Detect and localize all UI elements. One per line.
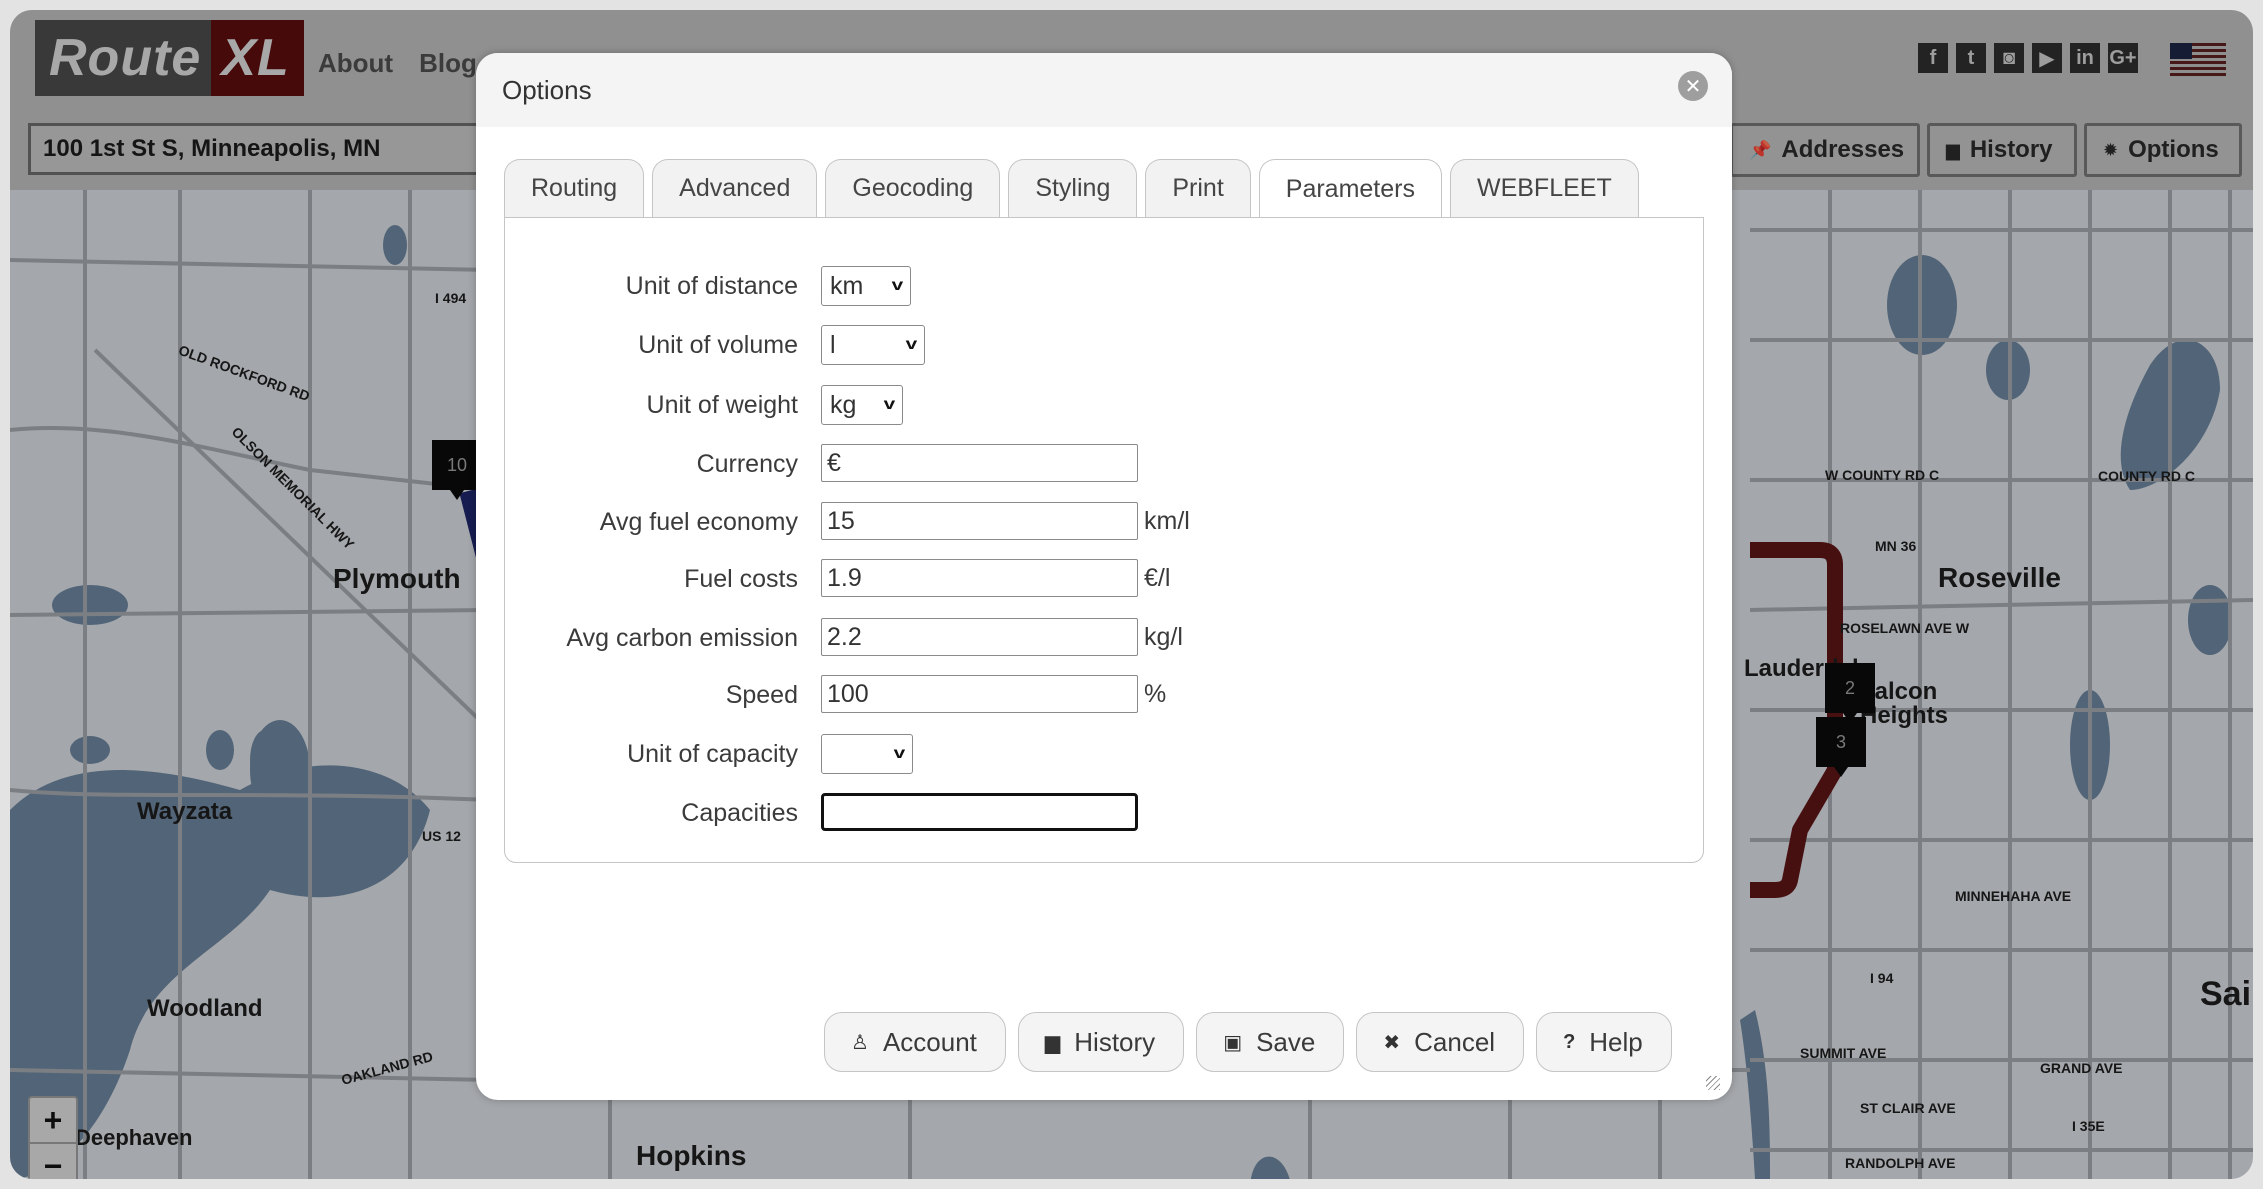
avg-carbon-emission-input[interactable]: 2.2 xyxy=(821,618,1138,656)
unit-of-distance-value: km xyxy=(830,271,864,300)
unit-of-distance-select[interactable]: km v xyxy=(821,266,911,306)
account-button-label: Account xyxy=(882,1026,977,1057)
unit-of-distance-label: Unit of distance xyxy=(625,272,798,300)
floppy-disk-icon: ▣ xyxy=(1223,1031,1243,1054)
unit-of-weight-value: kg xyxy=(830,390,857,419)
account-button[interactable]: ♙ Account xyxy=(824,1012,1006,1072)
speed-row: Speed 100 % xyxy=(505,675,1703,715)
fuel-costs-unit: €/l xyxy=(1144,564,1171,592)
unit-of-distance-row: Unit of distance km v xyxy=(505,266,1703,306)
avg-carbon-emission-unit: kg/l xyxy=(1144,623,1183,651)
avg-fuel-economy-input[interactable]: 15 xyxy=(821,502,1138,540)
tab-styling[interactable]: Styling xyxy=(1008,159,1138,217)
dialog-title: Options xyxy=(502,75,592,105)
save-button-label: Save xyxy=(1256,1026,1316,1057)
capacities-row: Capacities xyxy=(505,793,1703,833)
avg-fuel-economy-row: Avg fuel economy 15 km/l xyxy=(505,502,1703,542)
currency-label: Currency xyxy=(696,450,798,478)
capacities-label: Capacities xyxy=(681,799,798,827)
tab-parameters[interactable]: Parameters xyxy=(1258,159,1442,219)
unit-of-capacity-label: Unit of capacity xyxy=(627,740,798,768)
chevron-down-icon: v xyxy=(891,277,904,294)
close-icon[interactable]: ✕ xyxy=(1678,71,1708,101)
tab-geocoding[interactable]: Geocoding xyxy=(825,159,1001,217)
speed-label: Speed xyxy=(725,681,798,709)
resize-handle-icon[interactable] xyxy=(1706,1076,1720,1090)
unit-of-weight-row: Unit of weight kg v xyxy=(505,385,1703,425)
user-icon: ♙ xyxy=(851,1031,869,1054)
avg-carbon-emission-row: Avg carbon emission 2.2 kg/l xyxy=(505,618,1703,658)
tab-print[interactable]: Print xyxy=(1145,159,1251,217)
cancel-button[interactable]: ✖ Cancel xyxy=(1356,1012,1525,1072)
options-dialog: Options ✕ Routing Advanced Geocoding Sty… xyxy=(476,53,1732,1100)
help-button-label: Help xyxy=(1589,1026,1643,1057)
parameters-panel: Unit of distance km v Unit of volume l v… xyxy=(504,217,1704,863)
unit-of-capacity-select[interactable]: v xyxy=(821,734,913,774)
fuel-costs-row: Fuel costs 1.9 €/l xyxy=(505,559,1703,599)
tab-webfleet[interactable]: WEBFLEET xyxy=(1449,159,1639,217)
unit-of-volume-label: Unit of volume xyxy=(638,331,798,359)
cancel-button-label: Cancel xyxy=(1414,1026,1496,1057)
history-button-label: History xyxy=(1074,1026,1156,1057)
currency-input[interactable]: € xyxy=(821,444,1138,482)
tab-routing[interactable]: Routing xyxy=(504,159,645,217)
currency-row: Currency € xyxy=(505,444,1703,484)
chevron-down-icon: v xyxy=(883,396,896,413)
fuel-costs-label: Fuel costs xyxy=(684,565,798,593)
chevron-down-icon: v xyxy=(893,745,906,762)
unit-of-capacity-row: Unit of capacity v xyxy=(505,734,1703,774)
chevron-down-icon: v xyxy=(905,336,918,353)
unit-of-weight-label: Unit of weight xyxy=(646,391,798,419)
help-button[interactable]: ? Help xyxy=(1536,1012,1672,1072)
tab-advanced[interactable]: Advanced xyxy=(652,159,818,217)
unit-of-weight-select[interactable]: kg v xyxy=(821,385,903,425)
avg-carbon-emission-label: Avg carbon emission xyxy=(566,624,798,652)
folder-icon: ▆ xyxy=(1044,1031,1061,1054)
speed-input[interactable]: 100 xyxy=(821,675,1138,713)
speed-unit: % xyxy=(1144,680,1167,708)
unit-of-volume-value: l xyxy=(830,330,836,359)
dialog-titlebar[interactable]: Options ✕ xyxy=(476,53,1732,127)
capacities-input[interactable] xyxy=(821,793,1138,831)
history-button[interactable]: ▆ History xyxy=(1017,1012,1185,1072)
options-tabs: Routing Advanced Geocoding Styling Print… xyxy=(504,159,1639,219)
x-icon: ✖ xyxy=(1383,1031,1401,1054)
fuel-costs-input[interactable]: 1.9 xyxy=(821,559,1138,597)
unit-of-volume-select[interactable]: l v xyxy=(821,325,925,365)
question-mark-icon: ? xyxy=(1563,1030,1576,1053)
avg-fuel-economy-unit: km/l xyxy=(1144,507,1190,535)
dialog-button-bar: ♙ Account ▆ History ▣ Save ✖ Cancel ? He… xyxy=(824,1012,1672,1072)
avg-fuel-economy-label: Avg fuel economy xyxy=(599,508,798,536)
save-button[interactable]: ▣ Save xyxy=(1196,1012,1345,1072)
unit-of-volume-row: Unit of volume l v xyxy=(505,325,1703,365)
